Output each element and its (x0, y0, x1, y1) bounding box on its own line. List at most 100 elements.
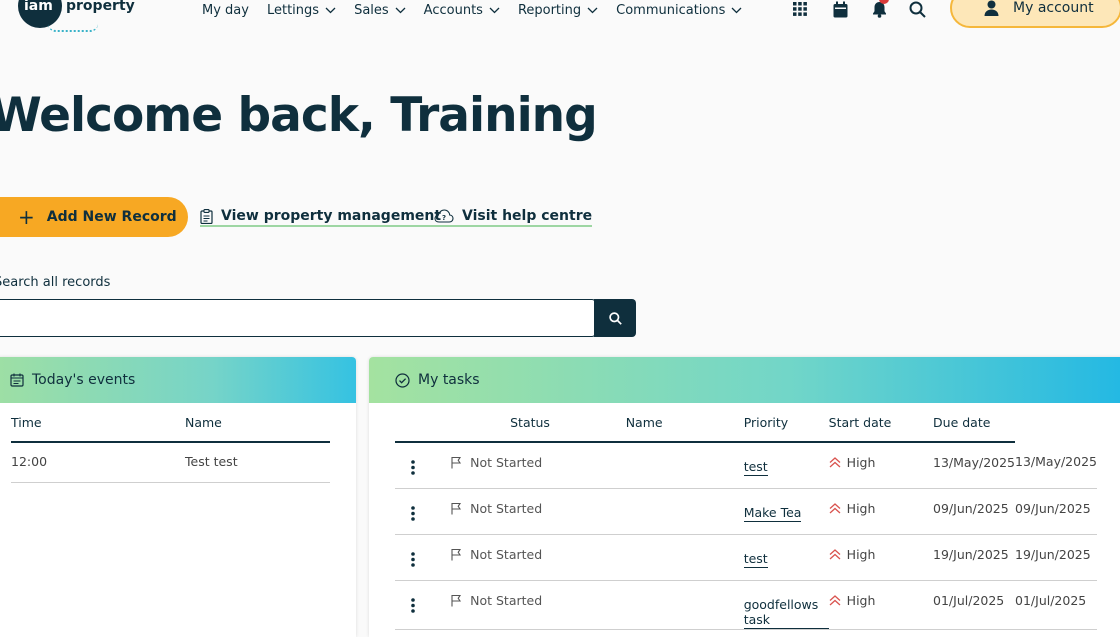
task-name-cell: test (743, 534, 829, 581)
add-new-record-button[interactable]: + Add New Record (0, 197, 188, 237)
tasks-header-row: Status Name Priority Start date Due date (395, 403, 1097, 443)
events-table: Time Name 12:00 Test test (11, 403, 330, 483)
todays-events-title: Today's events (32, 372, 136, 388)
task-start-date: 19/Jun/2025 (933, 534, 1016, 581)
task-priority: High (829, 455, 933, 470)
priority-high-icon (829, 548, 841, 559)
nav-reporting[interactable]: Reporting (518, 0, 598, 20)
chevron-down-icon (587, 7, 598, 13)
nav-accounts[interactable]: Accounts (424, 0, 500, 20)
task-status-label: Not Started (470, 592, 543, 608)
visit-help-centre-link[interactable]: ? Visit help centre (434, 208, 593, 227)
view-property-management-link[interactable]: View property management (200, 208, 442, 227)
task-start-date: 09/Jun/2025 (933, 488, 1016, 535)
column-header-due-date: Due date (933, 403, 1016, 443)
task-priority-label: High (846, 455, 876, 470)
task-priority: High (829, 547, 933, 562)
column-header-actions (395, 403, 451, 443)
view-property-management-label: View property management (221, 208, 442, 224)
iam-property-logo[interactable]: iam property (18, 0, 135, 32)
task-name-link[interactable]: goodfellows task (743, 597, 829, 629)
task-status-label: Not Started (470, 500, 543, 516)
tasks-table: Status Name Priority Start date Due date… (395, 403, 1097, 630)
logo-dotted-arc (48, 24, 98, 32)
flag-icon (451, 502, 462, 514)
task-priority-cell: High (828, 488, 934, 535)
column-header-name: Name (185, 403, 330, 443)
header-search-button[interactable] (907, 0, 927, 18)
priority-high-icon (829, 594, 841, 605)
search-submit-button[interactable] (594, 299, 636, 337)
task-priority-label: High (846, 592, 876, 608)
search-records-input[interactable] (0, 299, 596, 337)
task-due-date: 01/Jul/2025 (1015, 580, 1097, 630)
row-actions-menu[interactable] (395, 488, 451, 535)
task-row: Not Started test High 13/May/2025 13/May… (395, 442, 1097, 489)
task-status: Not Started (450, 593, 744, 608)
row-actions-menu[interactable] (395, 534, 451, 581)
task-name-link[interactable]: Make Tea (743, 505, 802, 522)
calendar-outline-icon (10, 373, 24, 387)
nav-label: Accounts (423, 2, 483, 18)
row-actions-menu[interactable] (395, 442, 451, 489)
task-status-label: Not Started (470, 546, 543, 562)
plus-icon: + (18, 205, 35, 229)
notifications-button[interactable]: 13 (869, 0, 889, 18)
task-start-date: 13/May/2025 (933, 442, 1016, 489)
my-tasks-panel: My tasks Status Name Priority Start date… (369, 357, 1120, 637)
task-name-cell: test (743, 442, 829, 489)
event-row[interactable]: 12:00 Test test (11, 442, 330, 483)
task-status: Not Started (450, 455, 744, 470)
logo-text-iam: iam (24, 0, 53, 14)
task-status: Not Started (450, 547, 744, 562)
task-status: Not Started (450, 501, 744, 516)
task-status-cell: Not Started (450, 580, 744, 630)
nav-label: Lettings (266, 2, 320, 18)
priority-high-icon (829, 502, 841, 513)
task-priority-label: High (846, 500, 876, 516)
calendar-icon (833, 1, 847, 17)
column-header-time: Time (11, 403, 185, 443)
task-status-cell: Not Started (450, 488, 744, 535)
event-time: 12:00 (11, 442, 185, 483)
visit-help-centre-label: Visit help centre (462, 208, 593, 224)
user-icon (984, 0, 999, 16)
priority-high-icon (829, 457, 841, 468)
todays-events-header: Today's events (0, 357, 356, 403)
task-priority-label: High (846, 546, 876, 562)
grid-icon (793, 2, 807, 16)
more-vertical-icon (411, 505, 415, 521)
nav-label: My day (202, 2, 249, 18)
add-new-record-label: Add New Record (46, 209, 177, 225)
task-status-label: Not Started (470, 455, 543, 470)
task-status-cell: Not Started (450, 442, 744, 489)
task-row: Not Started goodfellows task High 01/Jul… (395, 580, 1097, 630)
nav-my-day[interactable]: My day (202, 0, 249, 20)
event-name: Test test (185, 442, 330, 483)
search-all-records-label: Search all records (0, 275, 111, 290)
nav-label: Communications (616, 2, 726, 18)
column-header-status: Status (450, 403, 626, 443)
chevron-down-icon (489, 7, 500, 13)
nav-sales[interactable]: Sales (354, 0, 406, 20)
nav-lettings[interactable]: Lettings (267, 0, 336, 20)
task-due-date: 09/Jun/2025 (1015, 488, 1097, 535)
flag-icon (451, 456, 462, 469)
task-row: Not Started test High 19/Jun/2025 19/Jun… (395, 534, 1097, 581)
task-start-date: 01/Jul/2025 (933, 580, 1016, 630)
task-due-date: 13/May/2025 (1015, 442, 1097, 489)
todays-events-panel: Today's events Time Name 12:00 Test test (0, 357, 356, 637)
task-name-cell: goodfellows task (743, 580, 829, 630)
task-priority: High (829, 593, 933, 608)
task-name-link[interactable]: test (743, 551, 768, 568)
my-account-button[interactable]: My account (950, 0, 1120, 28)
check-circle-icon (395, 372, 410, 388)
apps-grid-icon[interactable] (790, 0, 810, 18)
events-header-row: Time Name (11, 403, 330, 443)
my-account-label: My account (1013, 0, 1094, 16)
more-vertical-icon (411, 597, 415, 613)
calendar-button[interactable] (830, 0, 850, 18)
row-actions-menu[interactable] (395, 580, 451, 630)
task-name-link[interactable]: test (743, 459, 768, 476)
nav-communications[interactable]: Communications (616, 0, 742, 20)
